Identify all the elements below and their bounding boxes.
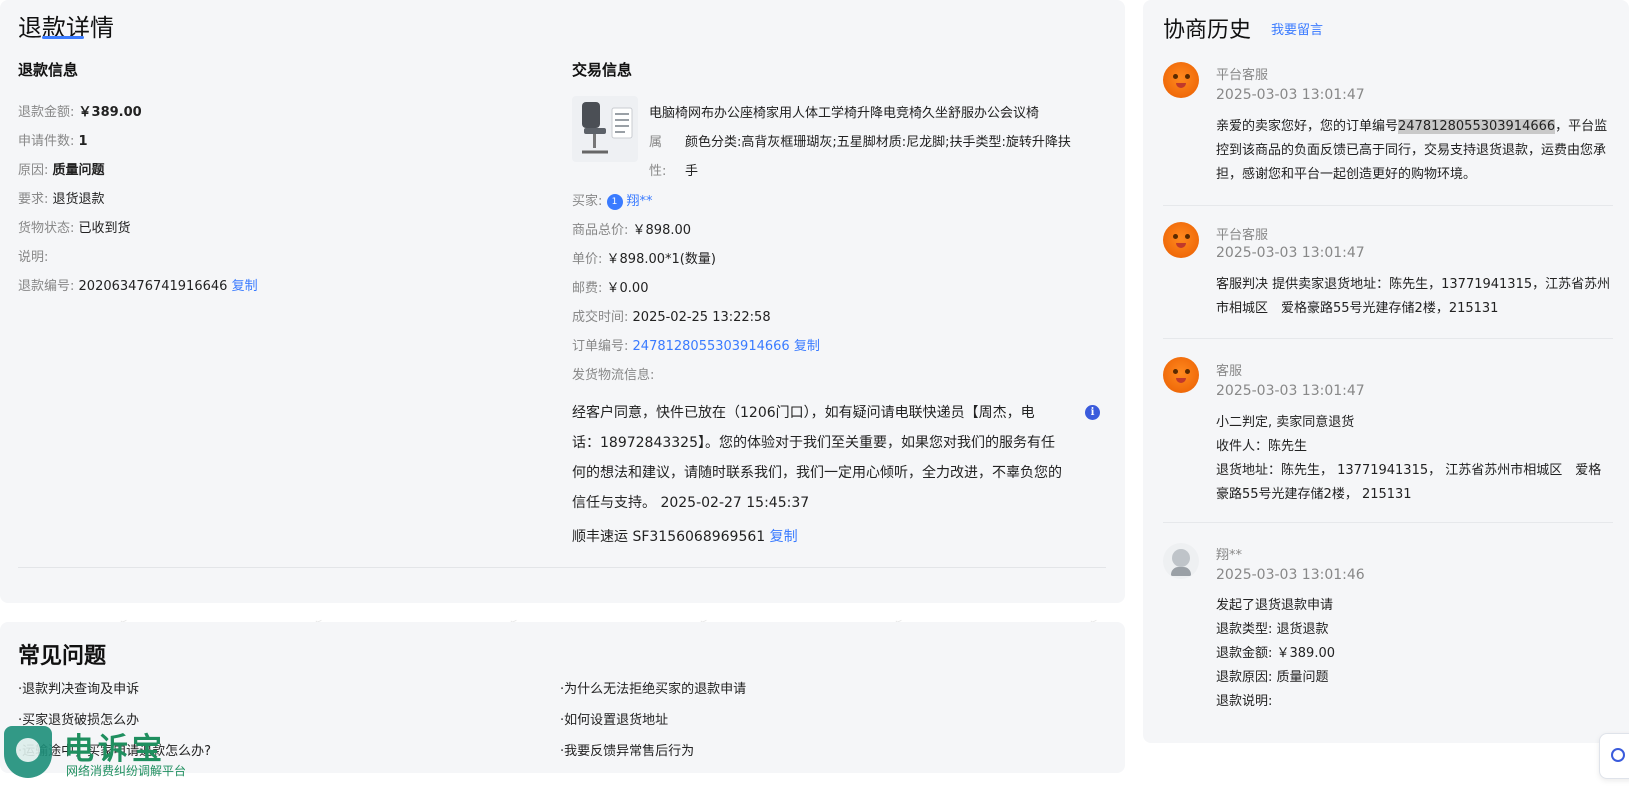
highlighted-order-no: 2478128055303914666 bbox=[1398, 119, 1556, 134]
faq-item[interactable]: ·退款判决查询及申诉 bbox=[18, 678, 139, 697]
message-line: 退款原因: 质量问题 bbox=[1216, 670, 1329, 685]
attr-label-2: 性: bbox=[649, 164, 667, 179]
reason-label: 原因: bbox=[18, 163, 49, 178]
reason-value: 质量问题 bbox=[52, 163, 105, 178]
moon-icon[interactable] bbox=[1599, 733, 1629, 779]
buyer-row: 买家: 1 翔** bbox=[572, 190, 653, 210]
goods-status-label: 货物状态: bbox=[18, 221, 75, 236]
deal-time-row: 成交时间: 2025-02-25 13:22:58 bbox=[572, 306, 771, 325]
message-line: 小二判定, 卖家同意退货 bbox=[1216, 415, 1355, 430]
unit-price-value: ￥898.00*1(数量) bbox=[606, 252, 716, 267]
history-time: 2025-03-03 13:01:46 bbox=[1216, 567, 1365, 583]
shipping-label: 邮费: bbox=[572, 281, 603, 296]
history-divider bbox=[1163, 522, 1613, 523]
shipping-row: 邮费: ￥0.00 bbox=[572, 277, 648, 296]
brand-logo: 电诉宝 网络消费纠纷调解平台 bbox=[0, 724, 240, 784]
requirement-value: 退货退款 bbox=[52, 192, 105, 207]
copy-tracking-button[interactable]: 复制 bbox=[770, 529, 798, 545]
history-divider bbox=[1163, 205, 1613, 206]
total-price-value: ￥898.00 bbox=[632, 223, 692, 238]
unit-price-row: 单价: ￥898.00*1(数量) bbox=[572, 248, 716, 267]
history-time: 2025-03-03 13:01:47 bbox=[1216, 383, 1365, 399]
faq-item[interactable]: ·如何设置退货地址 bbox=[560, 709, 668, 728]
robot-avatar-icon bbox=[1163, 357, 1199, 393]
brand-subtitle: 网络消费纠纷调解平台 bbox=[66, 764, 187, 778]
history-author: 平台客服 bbox=[1216, 68, 1269, 83]
buyer-label: 买家: bbox=[572, 194, 603, 209]
refund-amount-label: 退款金额: bbox=[18, 105, 75, 120]
history-author: 平台客服 bbox=[1216, 228, 1269, 243]
requirement-label: 要求: bbox=[18, 192, 49, 207]
total-price-label: 商品总价: bbox=[572, 223, 629, 238]
faq-item[interactable]: ·我要反馈异常售后行为 bbox=[560, 740, 694, 759]
info-icon[interactable]: i bbox=[1085, 405, 1100, 420]
total-price-row: 商品总价: ￥898.00 bbox=[572, 219, 691, 238]
goods-status-row: 货物状态: 已收到货 bbox=[18, 217, 131, 236]
order-no-row: 订单编号: 2478128055303914666 复制 bbox=[572, 335, 820, 354]
history-divider bbox=[1163, 338, 1613, 339]
message-line: 发起了退货退款申请 bbox=[1216, 598, 1334, 613]
goods-status-value: 已收到货 bbox=[78, 221, 131, 236]
history-author: 客服 bbox=[1216, 364, 1243, 379]
message-line: 收件人：陈先生 bbox=[1216, 439, 1308, 454]
buyer-level-icon: 1 bbox=[606, 193, 623, 210]
carrier-value: 顺丰速运 SF3156068969561 bbox=[572, 529, 766, 545]
copy-order-no-button[interactable]: 复制 bbox=[794, 339, 820, 354]
message-line: 退货地址：陈先生， 13771941315， 江苏省苏州市相城区 爱格豪路55号… bbox=[1216, 463, 1602, 502]
history-message: 发起了退货退款申请 退款类型: 退货退款 退款金额: ￥389.00 退款原因:… bbox=[1216, 594, 1614, 714]
history-message: 客服判决 提供卖家退货地址：陈先生，13771941315，江苏省苏州市相城区 … bbox=[1216, 277, 1611, 316]
refund-no-row: 退款编号: 202063476741916646 复制 bbox=[18, 275, 258, 294]
history-time: 2025-03-03 13:01:47 bbox=[1216, 245, 1365, 261]
leave-message-link[interactable]: 我要留言 bbox=[1271, 19, 1323, 38]
history-title: 协商历史 bbox=[1163, 18, 1252, 43]
refund-no-label: 退款编号: bbox=[18, 279, 75, 294]
attr-label: 属 bbox=[649, 135, 663, 150]
refund-info-title: 退款信息 bbox=[18, 61, 79, 79]
shipping-value: ￥0.00 bbox=[606, 281, 649, 296]
history-author: 翔** bbox=[1216, 548, 1243, 563]
deal-time-value: 2025-02-25 13:22:58 bbox=[632, 310, 771, 325]
logistics-label-row: 发货物流信息: bbox=[572, 364, 654, 383]
robot-avatar-icon bbox=[1163, 222, 1199, 258]
user-avatar-icon bbox=[1163, 543, 1199, 579]
faq-title: 常见问题 bbox=[18, 644, 107, 669]
quantity-value: 1 bbox=[78, 134, 88, 149]
order-no-link[interactable]: 2478128055303914666 bbox=[633, 339, 790, 354]
logistics-label: 发货物流信息: bbox=[572, 368, 655, 383]
message-line: 退款说明: bbox=[1216, 694, 1273, 709]
note-row: 说明: bbox=[18, 246, 48, 265]
robot-avatar-icon bbox=[1163, 62, 1199, 98]
unit-price-label: 单价: bbox=[572, 252, 603, 267]
order-no-label: 订单编号: bbox=[572, 339, 629, 354]
carrier-row: 顺丰速运 SF3156068969561 复制 bbox=[572, 526, 798, 546]
chair-icon bbox=[582, 102, 633, 154]
refund-amount-row: 退款金额: ￥389.00 bbox=[18, 101, 142, 120]
message-line: 退款金额: ￥389.00 bbox=[1216, 646, 1335, 661]
history-message: 小二判定, 卖家同意退货 收件人：陈先生 退货地址：陈先生， 137719413… bbox=[1216, 411, 1614, 507]
history-message: 亲爱的卖家您好，您的订单编号2478128055303914666，平台监控到该… bbox=[1216, 115, 1614, 187]
divider bbox=[18, 567, 1106, 568]
deal-time-label: 成交时间: bbox=[572, 310, 629, 325]
note-label: 说明: bbox=[18, 250, 49, 265]
trade-info-title: 交易信息 bbox=[572, 61, 633, 79]
refund-no-value: 202063476741916646 bbox=[78, 279, 228, 294]
quantity-row: 申请件数: 1 bbox=[18, 130, 88, 149]
buyer-name-link[interactable]: 翔** bbox=[627, 194, 653, 209]
attr-value-line-1: 颜色分类:高背灰框珊瑚灰;五星脚材质:尼龙脚;扶手类型:旋转升降扶 bbox=[685, 135, 1071, 150]
faq-item[interactable]: ·为什么无法拒绝买家的退款申请 bbox=[560, 678, 746, 697]
attr-value-line-2: 手 bbox=[685, 164, 699, 179]
product-name[interactable]: 电脑椅网布办公座椅家用人体工学椅升降电竞椅久坐舒服办公会议椅 bbox=[649, 102, 1039, 121]
message-text: 亲爱的卖家您好，您的订单编号 bbox=[1216, 119, 1399, 134]
title-underline bbox=[42, 36, 84, 39]
logistics-detail: 经客户同意，快件已放在（1206门口），如有疑问请电联快递员【周杰，电话：189… bbox=[572, 405, 1062, 511]
history-time: 2025-03-03 13:01:47 bbox=[1216, 87, 1365, 103]
quantity-label: 申请件数: bbox=[18, 134, 75, 149]
chair-product-image[interactable] bbox=[572, 96, 638, 162]
reason-row: 原因: 质量问题 bbox=[18, 159, 105, 178]
refund-amount-value: ￥389.00 bbox=[78, 105, 142, 120]
message-line: 退款类型: 退货退款 bbox=[1216, 622, 1329, 637]
copy-refund-no-button[interactable]: 复制 bbox=[232, 279, 258, 294]
shield-logo-icon bbox=[4, 726, 52, 778]
requirement-row: 要求: 退货退款 bbox=[18, 188, 105, 207]
